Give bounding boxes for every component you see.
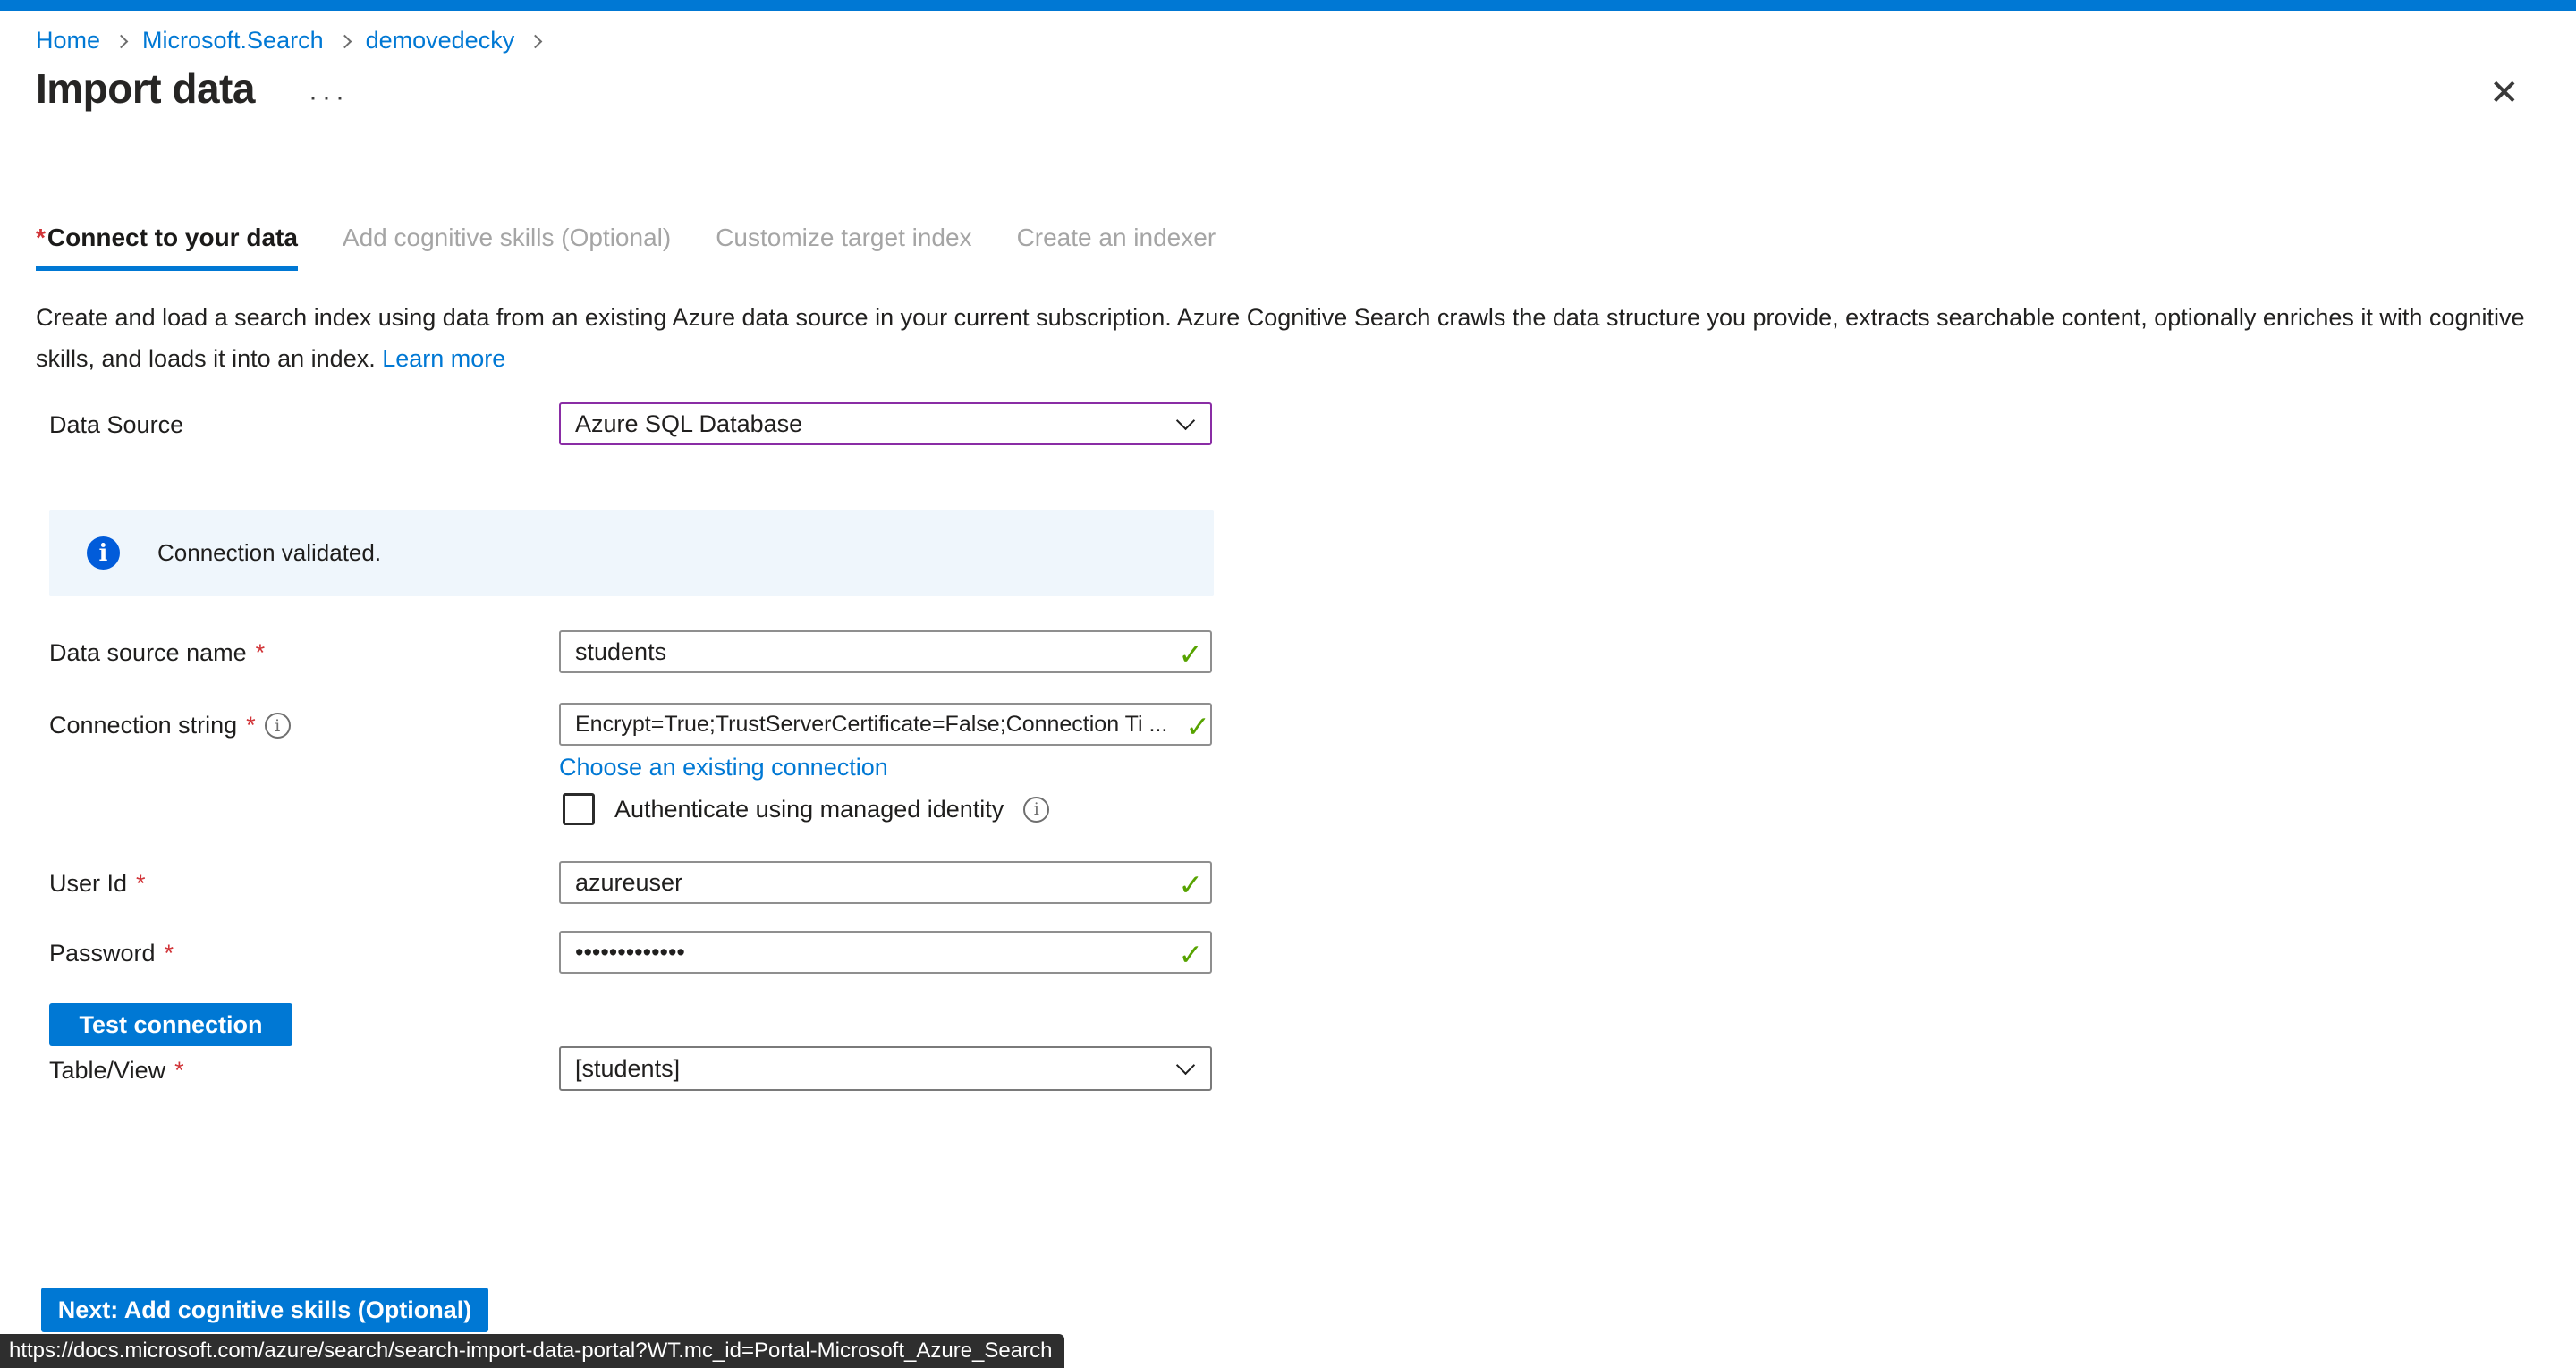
tab-label: Customize target index bbox=[716, 224, 971, 251]
label-text: Table/View bbox=[49, 1057, 165, 1085]
chevron-right-icon bbox=[337, 35, 352, 49]
user-id-label: User Id * bbox=[49, 870, 146, 898]
password-input[interactable] bbox=[559, 931, 1212, 974]
tab-create-an-indexer[interactable]: Create an indexer bbox=[1017, 224, 1216, 271]
close-icon[interactable]: ✕ bbox=[2489, 75, 2520, 111]
chevron-right-icon bbox=[529, 35, 543, 49]
breadcrumb-home[interactable]: Home bbox=[36, 27, 100, 55]
test-connection-button[interactable]: Test connection bbox=[49, 1003, 292, 1046]
next-add-cognitive-skills-button[interactable]: Next: Add cognitive skills (Optional) bbox=[41, 1288, 488, 1332]
managed-identity-row: Authenticate using managed identity i bbox=[563, 791, 1049, 827]
breadcrumb-microsoft-search[interactable]: Microsoft.Search bbox=[142, 27, 324, 55]
connection-validated-banner: i Connection validated. bbox=[49, 510, 1214, 596]
label-text: User Id bbox=[49, 870, 127, 898]
data-source-name-input[interactable] bbox=[559, 630, 1212, 673]
browser-status-url: https://docs.microsoft.com/azure/search/… bbox=[0, 1334, 1064, 1368]
connection-string-label: Connection string * i bbox=[49, 712, 291, 739]
data-source-label: Data Source bbox=[49, 411, 183, 439]
managed-identity-label: Authenticate using managed identity bbox=[614, 796, 1004, 823]
required-asterisk: * bbox=[174, 1057, 184, 1085]
tab-label: Connect to your data bbox=[47, 224, 298, 251]
user-id-input[interactable] bbox=[559, 861, 1212, 904]
status-url-text: https://docs.microsoft.com/azure/search/… bbox=[9, 1338, 1052, 1364]
label-text: Connection string bbox=[49, 712, 237, 739]
azure-top-accent-bar bbox=[0, 0, 2576, 11]
required-asterisk: * bbox=[256, 639, 266, 667]
required-asterisk: * bbox=[165, 940, 174, 967]
required-asterisk: * bbox=[36, 224, 46, 251]
table-view-value: [students] bbox=[575, 1055, 680, 1083]
managed-identity-checkbox[interactable] bbox=[563, 793, 595, 825]
label-text: Data source name bbox=[49, 639, 247, 667]
tab-label: Add cognitive skills (Optional) bbox=[343, 224, 671, 251]
page-title: Import data bbox=[36, 64, 255, 113]
chevron-down-icon bbox=[1176, 411, 1195, 430]
info-icon[interactable]: i bbox=[1023, 797, 1049, 823]
tab-connect-to-your-data[interactable]: *Connect to your data bbox=[36, 224, 298, 271]
required-asterisk: * bbox=[246, 712, 256, 739]
tab-label: Create an indexer bbox=[1017, 224, 1216, 251]
page-description: Create and load a search index using dat… bbox=[36, 297, 2544, 379]
info-icon: i bbox=[87, 536, 120, 570]
data-source-name-label: Data source name * bbox=[49, 639, 265, 667]
tab-customize-target-index[interactable]: Customize target index bbox=[716, 224, 971, 271]
password-label: Password * bbox=[49, 940, 174, 967]
choose-existing-connection-link[interactable]: Choose an existing connection bbox=[559, 754, 888, 781]
info-icon[interactable]: i bbox=[265, 713, 291, 739]
tab-add-cognitive-skills[interactable]: Add cognitive skills (Optional) bbox=[343, 224, 671, 271]
breadcrumb: Home Microsoft.Search demovedecky bbox=[36, 27, 540, 55]
table-view-select[interactable]: [students] bbox=[559, 1046, 1212, 1091]
label-text: Password bbox=[49, 940, 156, 967]
learn-more-link[interactable]: Learn more bbox=[382, 345, 505, 372]
table-view-label: Table/View * bbox=[49, 1057, 184, 1085]
chevron-right-icon bbox=[114, 35, 129, 49]
data-source-value: Azure SQL Database bbox=[575, 410, 802, 438]
data-source-select[interactable]: Azure SQL Database bbox=[559, 402, 1212, 445]
wizard-tabs: *Connect to your data Add cognitive skil… bbox=[36, 224, 1216, 271]
notice-text: Connection validated. bbox=[157, 539, 381, 567]
context-menu-ellipsis-icon[interactable]: ··· bbox=[309, 82, 349, 113]
required-asterisk: * bbox=[136, 870, 146, 898]
import-data-page: Home Microsoft.Search demovedecky Import… bbox=[0, 0, 2576, 1368]
connection-string-input[interactable] bbox=[559, 703, 1212, 746]
chevron-down-icon bbox=[1176, 1056, 1195, 1075]
breadcrumb-demovedecky[interactable]: demovedecky bbox=[366, 27, 515, 55]
